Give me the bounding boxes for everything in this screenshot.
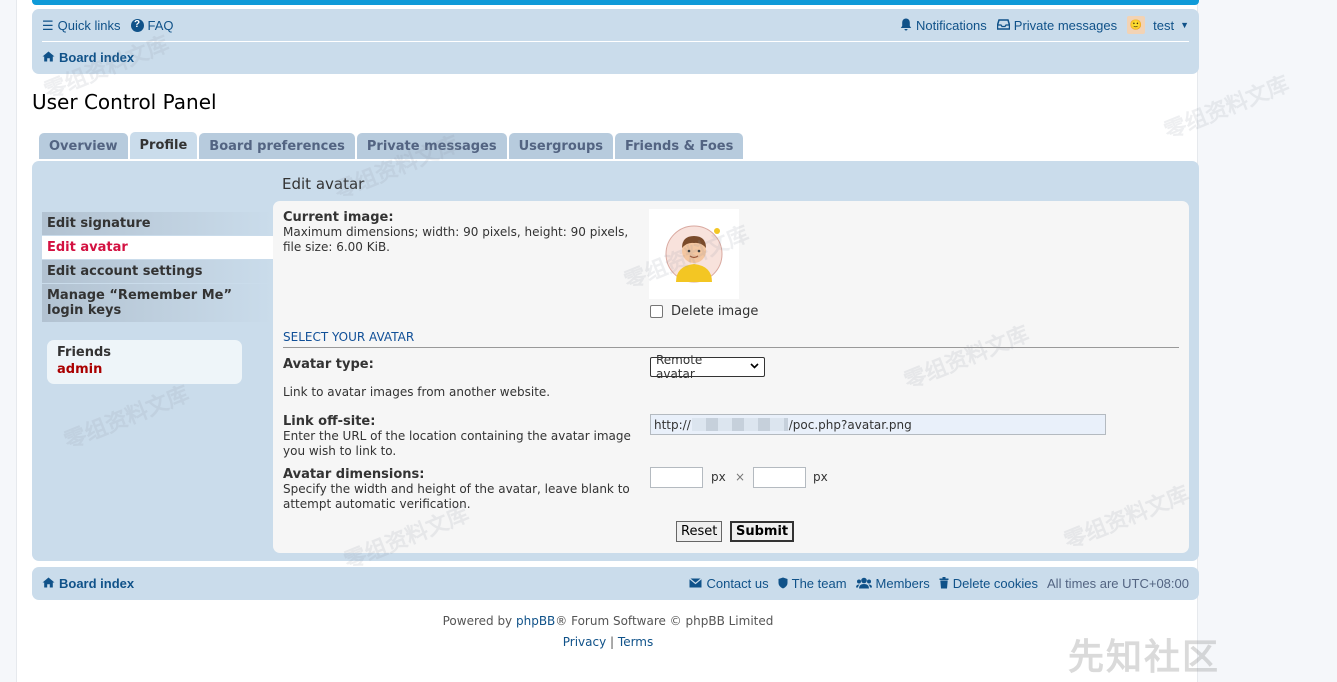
legal-links: Privacy | Terms — [17, 635, 1199, 649]
sidebar-item-remember-me-keys[interactable]: Manage “Remember Me” login keys — [42, 284, 273, 322]
sidebar-item-edit-account-settings[interactable]: Edit account settings — [42, 260, 273, 283]
tab-private-messages[interactable]: Private messages — [356, 133, 507, 159]
footer-board-index-label: Board index — [59, 576, 135, 591]
timezone-text: All times are UTC+08:00 — [1047, 576, 1189, 591]
notifications-link[interactable]: Notifications — [900, 18, 987, 33]
members-link[interactable]: Members — [855, 576, 930, 591]
url-suffix: /poc.php?avatar.png — [788, 417, 912, 432]
avatar-type-label: Avatar type: — [283, 357, 374, 372]
footer-navbar: Board index Contact us The team Members — [32, 567, 1199, 600]
contact-us-label: Contact us — [706, 576, 769, 591]
url-prefix: http:// — [654, 417, 691, 432]
height-unit: px — [813, 470, 828, 484]
quick-links-label: Quick links — [57, 17, 121, 33]
header-navbar: ☰ Quick links ? FAQ Notifications Privat… — [32, 9, 1199, 74]
delete-image-checkbox[interactable] — [650, 305, 663, 318]
inbox-icon — [996, 18, 1011, 32]
site-logo-watermark: 先知社区 — [1068, 636, 1221, 677]
times-sign: × — [735, 470, 746, 484]
bell-icon — [900, 18, 912, 33]
delete-image-option: Delete image — [650, 304, 758, 319]
private-messages-link[interactable]: Private messages — [996, 17, 1118, 33]
avatar-face-icon — [665, 225, 723, 283]
avatar-width-input[interactable] — [650, 467, 703, 488]
envelope-icon — [689, 577, 703, 590]
username-label: test — [1153, 17, 1175, 33]
faq-link[interactable]: ? FAQ — [130, 17, 174, 33]
tab-overview[interactable]: Overview — [39, 133, 128, 159]
submit-button[interactable]: Submit — [730, 521, 795, 542]
ucp-tabs: Overview Profile Board preferences Priva… — [39, 132, 744, 159]
redacted-host — [691, 418, 788, 431]
link-offsite-label: Link off-site: — [283, 414, 376, 429]
delete-image-label: Delete image — [671, 304, 759, 319]
top-accent-bar — [32, 0, 1199, 5]
powered-by-line: Powered by phpBB® Forum Software © phpBB… — [17, 614, 1199, 628]
navbar-left-links: ☰ Quick links ? FAQ — [42, 18, 174, 33]
members-label: Members — [875, 576, 930, 591]
delete-cookies-label: Delete cookies — [952, 576, 1039, 591]
home-icon — [42, 51, 55, 64]
tab-board-preferences[interactable]: Board preferences — [199, 133, 355, 159]
user-menu[interactable]: 🙂 test ▼ — [1127, 16, 1189, 34]
avatar-form: Current image: Maximum dimensions; width… — [273, 201, 1189, 553]
navbar-breadcrumb-row: Board index — [42, 42, 1189, 73]
avatar-url-input[interactable]: http:// /poc.php?avatar.png — [650, 414, 1106, 435]
friends-title: Friends — [57, 345, 112, 360]
reset-button[interactable]: Reset — [676, 521, 723, 542]
faq-label: FAQ — [147, 17, 174, 33]
tab-friends-foes[interactable]: Friends & Foes — [615, 133, 744, 159]
friends-box: Friends admin — [47, 340, 242, 384]
page-wrapper: ☰ Quick links ? FAQ Notifications Privat… — [16, 0, 1199, 682]
question-circle-icon: ? — [130, 18, 144, 32]
hamburger-icon: ☰ — [42, 17, 54, 33]
chevron-down-icon — [750, 362, 759, 372]
avatar-height-input[interactable] — [753, 467, 806, 488]
sidebar-item-edit-signature[interactable]: Edit signature — [42, 212, 273, 235]
powered-by-suffix: ® Forum Software © phpBB Limited — [555, 614, 774, 628]
quick-links-menu[interactable]: ☰ Quick links — [42, 18, 121, 33]
footer-board-index-link[interactable]: Board index — [42, 576, 134, 591]
board-index-label: Board index — [59, 50, 135, 65]
notifications-label: Notifications — [915, 17, 987, 33]
private-messages-label: Private messages — [1013, 17, 1118, 33]
footer-links: Contact us The team Members Delete cooki… — [689, 576, 1189, 591]
contact-us-link[interactable]: Contact us — [689, 576, 769, 591]
users-icon — [855, 577, 872, 591]
navbar-top-row: ☰ Quick links ? FAQ Notifications Privat… — [42, 9, 1189, 42]
avatar-dimensions-label: Avatar dimensions: — [283, 467, 425, 482]
content-title: Edit avatar — [282, 175, 365, 193]
board-index-breadcrumb[interactable]: Board index — [42, 50, 134, 65]
avatar-type-desc: Link to avatar images from another websi… — [283, 385, 551, 399]
friend-user-link[interactable]: admin — [57, 362, 232, 377]
user-avatar-icon: 🙂 — [1127, 16, 1146, 34]
delete-cookies-link[interactable]: Delete cookies — [939, 576, 1038, 591]
avatar-dimensions-desc: Specify the width and height of the avat… — [283, 482, 630, 511]
privacy-link[interactable]: Privacy — [563, 635, 606, 649]
terms-link[interactable]: Terms — [618, 635, 653, 649]
tab-profile[interactable]: Profile — [129, 132, 198, 159]
avatar-type-select[interactable]: Remote avatar — [650, 353, 765, 381]
tab-usergroups[interactable]: Usergroups — [508, 133, 614, 159]
current-image-desc: Maximum dimensions; width: 90 pixels, he… — [283, 225, 629, 254]
avatar-type-selected: Remote avatar — [656, 353, 703, 381]
sidebar-item-edit-avatar[interactable]: Edit avatar — [42, 236, 273, 259]
current-avatar-image — [649, 209, 739, 299]
width-unit: px — [711, 470, 726, 484]
legal-separator: | — [610, 635, 615, 649]
navbar-right-links: Notifications Private messages 🙂 test ▼ — [900, 16, 1189, 34]
caret-down-icon: ▼ — [1180, 19, 1189, 30]
ucp-sidebar: Edit signature Edit avatar Edit account … — [42, 212, 273, 323]
the-team-link[interactable]: The team — [778, 576, 847, 591]
powered-by-prefix: Powered by — [442, 614, 516, 628]
shield-icon — [778, 577, 788, 591]
the-team-label: The team — [791, 576, 847, 591]
phpbb-link[interactable]: phpBB — [516, 614, 555, 628]
section-heading: SELECT YOUR AVATAR — [283, 330, 1179, 348]
current-image-label: Current image: — [283, 210, 394, 225]
trash-icon — [939, 576, 949, 591]
link-offsite-desc: Enter the URL of the location containing… — [283, 429, 631, 458]
home-icon — [42, 577, 55, 590]
page-title: User Control Panel — [32, 90, 217, 114]
